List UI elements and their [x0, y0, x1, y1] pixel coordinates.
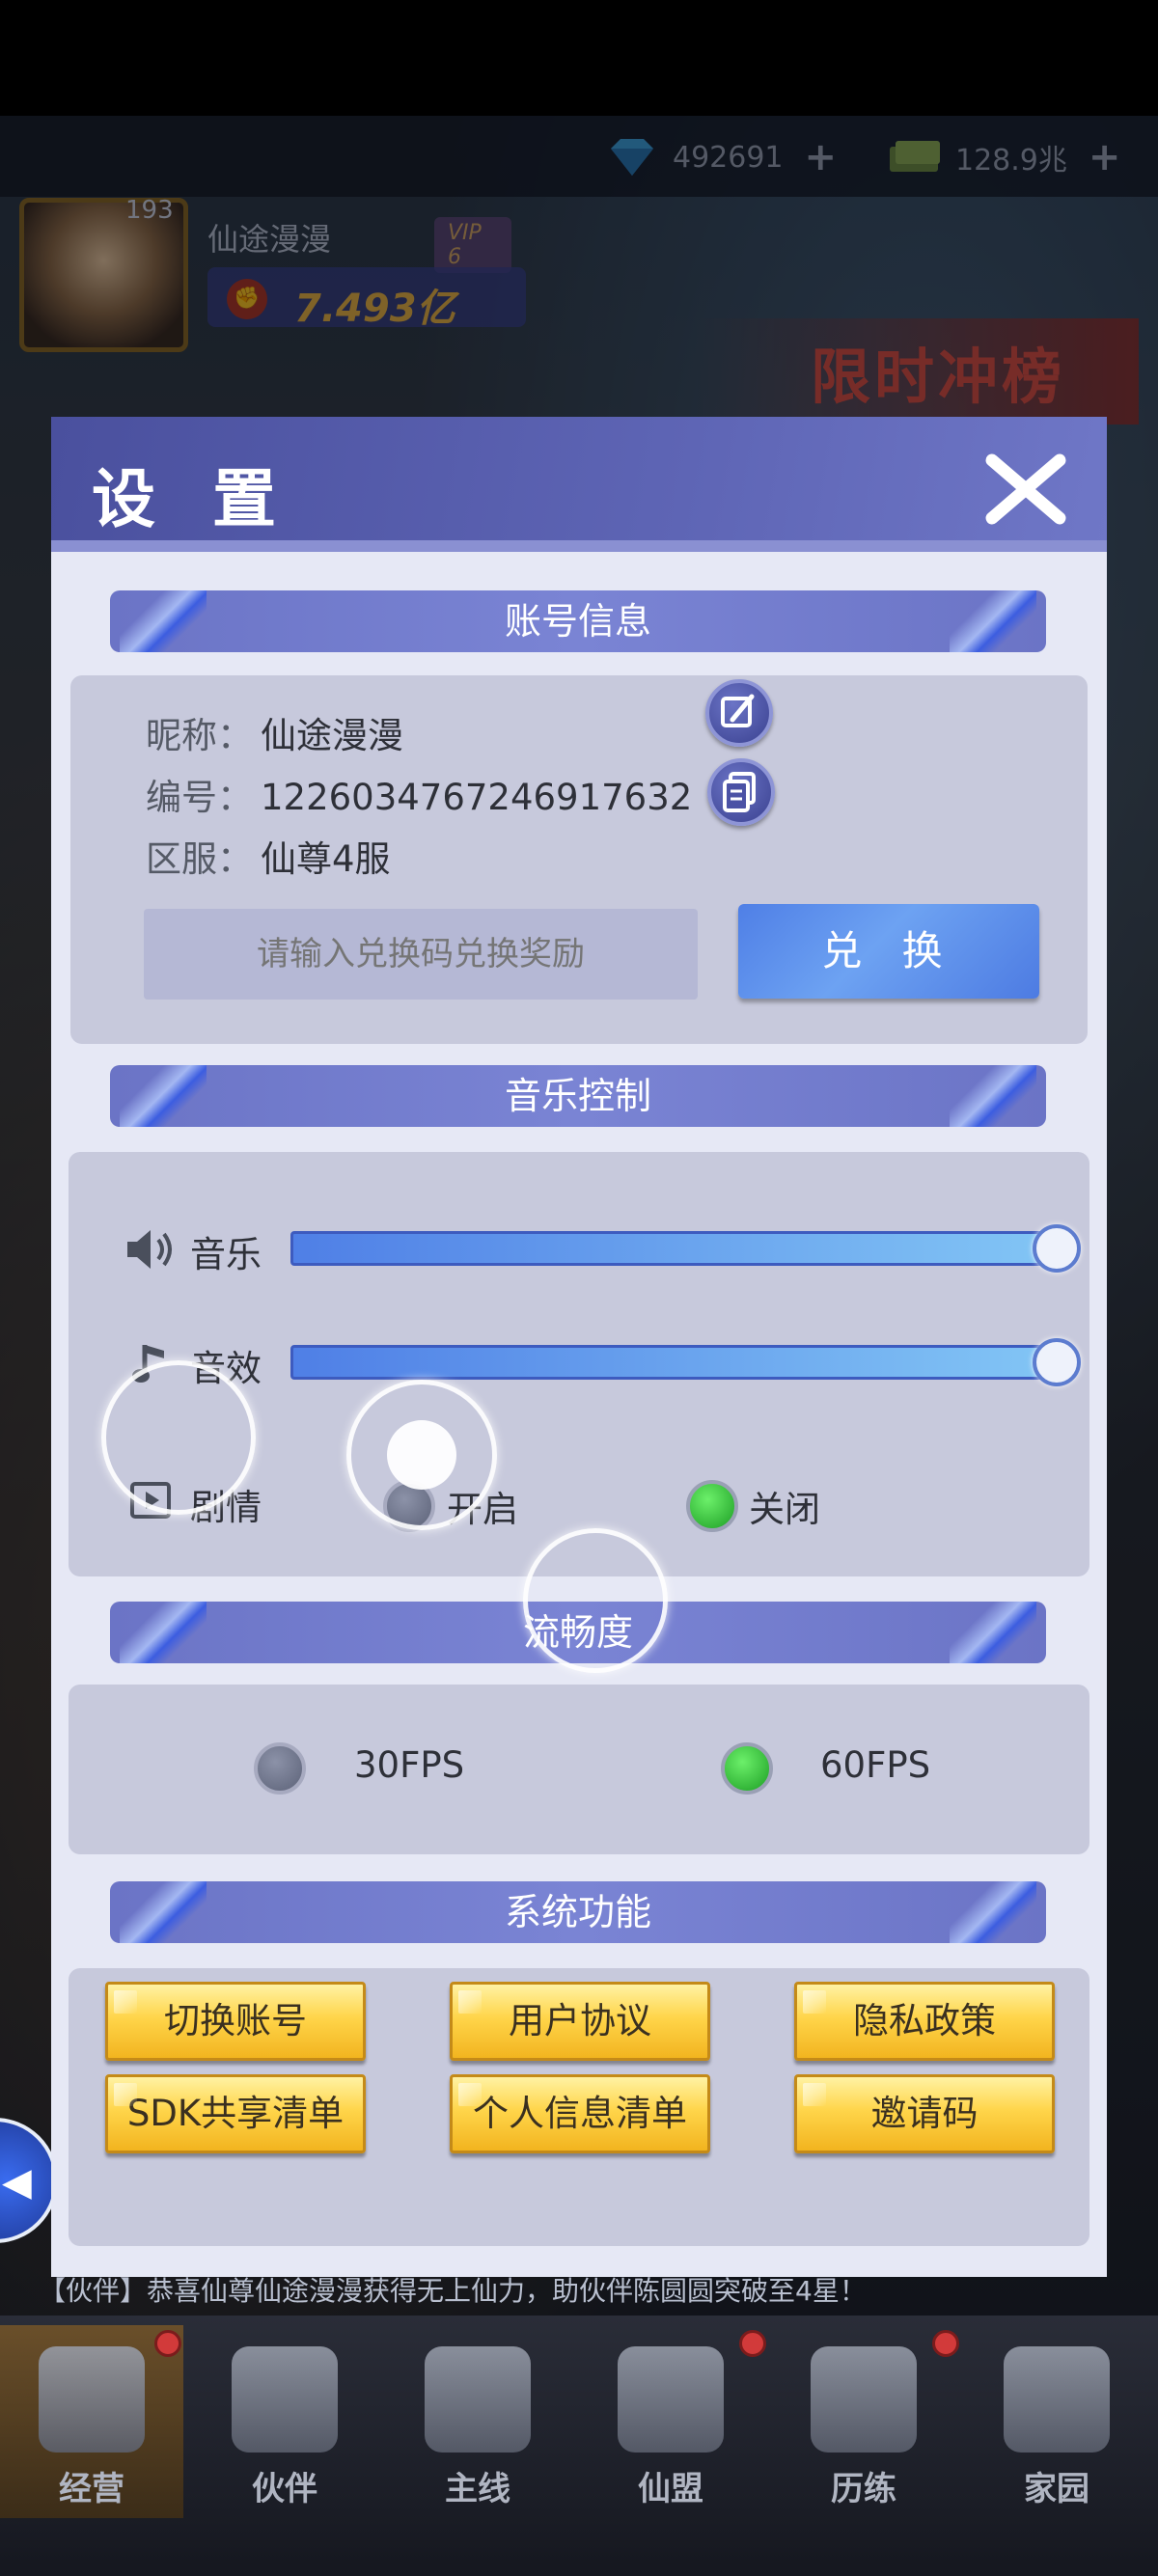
id-label: 编号：	[146, 777, 253, 818]
id-row: 编号： 1226034767246917632	[146, 768, 692, 820]
paper-plane-icon	[811, 2346, 917, 2453]
fps60-label[interactable]: 60FPS	[820, 1744, 930, 1786]
id-value: 1226034767246917632	[261, 777, 693, 818]
nav-item-home[interactable]: 家园	[965, 2325, 1148, 2518]
status-area	[0, 0, 1158, 116]
game-screen: 492691 + 128.9兆 + 193 仙途漫漫 VIP 6 ✊ 7.493…	[0, 0, 1158, 2576]
nickname-row: 昵称： 仙途漫漫	[146, 706, 403, 758]
speaker-icon	[127, 1230, 172, 1269]
nav-item-alliance[interactable]: 仙盟	[579, 2325, 762, 2518]
close-button[interactable]	[982, 451, 1069, 528]
home-emblem-icon	[1004, 2346, 1110, 2453]
touch-ripple-core	[387, 1420, 456, 1490]
invite-code-button[interactable]: 邀请码	[794, 2074, 1055, 2153]
music-label: 音乐	[190, 1234, 262, 1275]
section-system-header: 系统功能	[110, 1881, 1046, 1943]
nav-label: 家园	[1024, 2470, 1089, 2508]
server-value: 仙尊4服	[261, 838, 391, 880]
music-slider[interactable]	[290, 1231, 1053, 1266]
nav-label: 历练	[831, 2470, 896, 2508]
sfx-slider[interactable]	[290, 1345, 1053, 1380]
story-off-radio[interactable]	[686, 1480, 738, 1532]
story-off-label[interactable]: 关闭	[749, 1480, 820, 1532]
fps30-label[interactable]: 30FPS	[354, 1744, 464, 1786]
nav-label: 主线	[445, 2470, 510, 2508]
sdk-share-list-button[interactable]: SDK共享清单	[105, 2074, 366, 2153]
music-slider-knob[interactable]	[1033, 1224, 1081, 1273]
nav-item-business[interactable]: 经营	[0, 2325, 183, 2518]
section-music-header: 音乐控制	[110, 1065, 1046, 1127]
edit-icon	[721, 694, 755, 727]
notification-dot	[739, 2330, 766, 2357]
nickname-label: 昵称：	[146, 715, 253, 756]
tower-icon	[425, 2346, 531, 2453]
nav-item-partners[interactable]: 伙伴	[193, 2325, 376, 2518]
fps60-radio[interactable]	[721, 1742, 773, 1795]
nickname-value: 仙途漫漫	[261, 715, 403, 756]
server-row: 区服： 仙尊4服	[146, 830, 391, 882]
copy-id-button[interactable]	[707, 758, 775, 826]
section-title: 账号信息	[504, 600, 651, 643]
nav-label: 经营	[59, 2470, 124, 2508]
nav-item-mainline[interactable]: 主线	[386, 2325, 569, 2518]
fluency-panel	[69, 1685, 1089, 1854]
partners-icon	[232, 2346, 338, 2453]
signal-icon: ◀	[2, 2160, 32, 2205]
fps30-radio[interactable]	[254, 1742, 306, 1795]
nav-label: 仙盟	[638, 2470, 703, 2508]
touch-ripple	[523, 1528, 668, 1673]
touch-ripple	[101, 1360, 256, 1515]
notification-dot	[154, 2330, 181, 2357]
switch-account-button[interactable]: 切换账号	[105, 1982, 366, 2061]
section-title: 音乐控制	[504, 1075, 651, 1117]
edit-nickname-button[interactable]	[705, 679, 773, 747]
section-account-header: 账号信息	[110, 590, 1046, 652]
copy-icon	[723, 772, 756, 812]
personal-info-list-button[interactable]: 个人信息清单	[450, 2074, 710, 2153]
server-label: 区服：	[146, 838, 253, 880]
nav-item-training[interactable]: 历练	[772, 2325, 955, 2518]
nav-label: 伙伴	[252, 2470, 317, 2508]
close-icon	[985, 453, 1066, 525]
settings-dialog: 设 置 账号信息 昵称： 仙途漫漫 编号： 1226034767246917632	[51, 417, 1107, 2277]
notification-dot	[932, 2330, 959, 2357]
user-agreement-button[interactable]: 用户协议	[450, 1982, 710, 2061]
privacy-policy-button[interactable]: 隐私政策	[794, 1982, 1055, 2061]
building-icon	[39, 2346, 145, 2453]
sfx-slider-knob[interactable]	[1033, 1338, 1081, 1386]
redeem-code-input[interactable]	[144, 909, 698, 1000]
dialog-title: 设 置	[92, 462, 293, 536]
temple-icon	[618, 2346, 724, 2453]
section-title: 系统功能	[504, 1891, 651, 1933]
exchange-button[interactable]: 兑 换	[738, 904, 1039, 999]
